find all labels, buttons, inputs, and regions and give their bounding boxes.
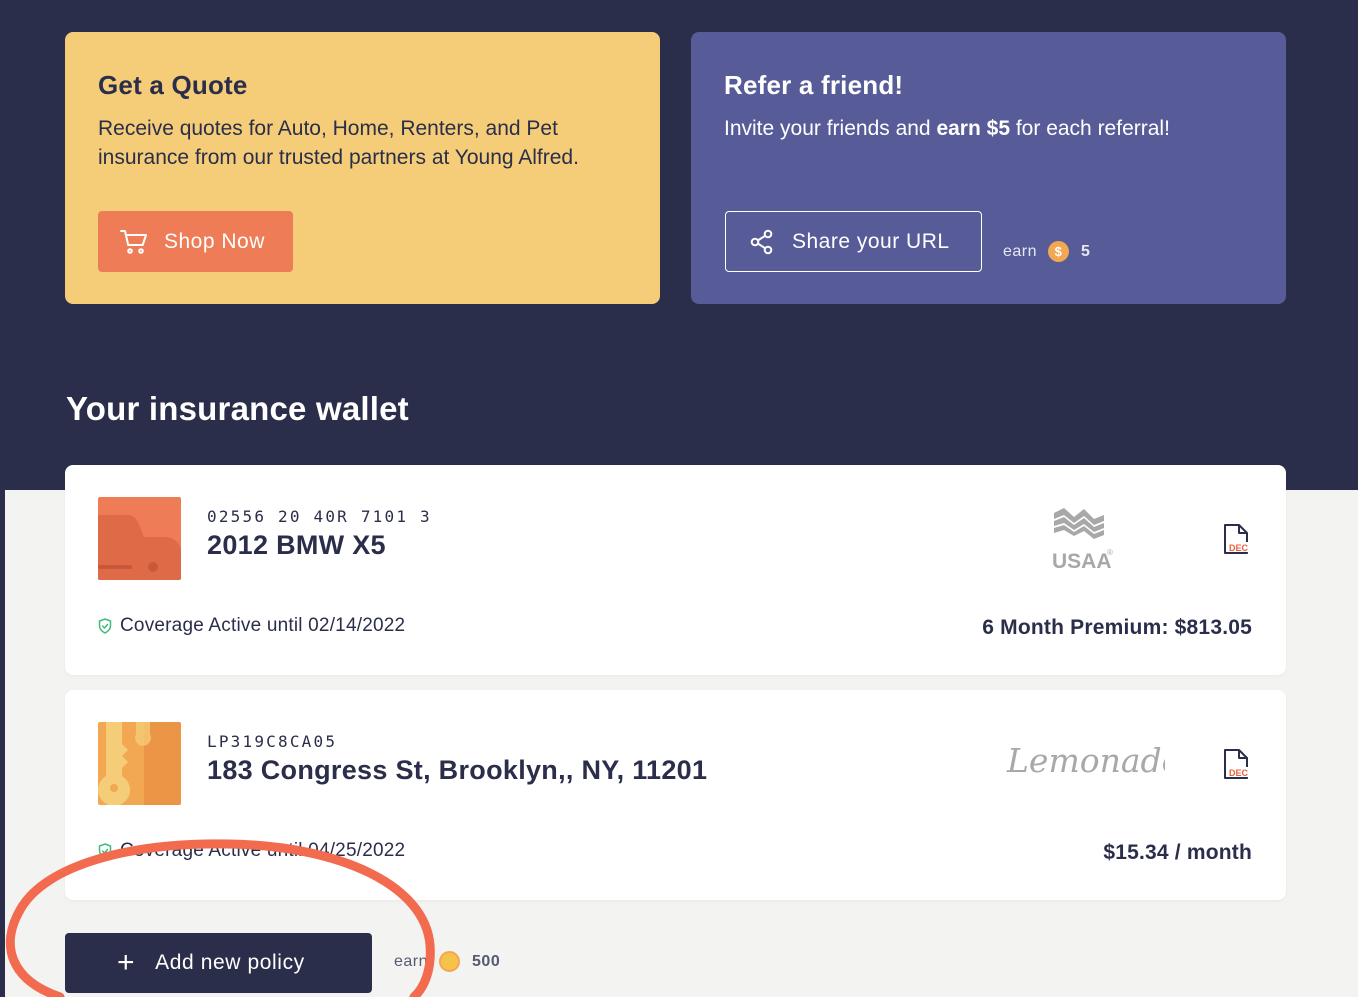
refer-card-text: Invite your friends and earn $5 for each…: [724, 114, 1253, 143]
share-url-button[interactable]: Share your URL: [725, 211, 982, 272]
add-policy-earn-badge: earn 500: [394, 951, 500, 972]
dollar-coin-icon: $: [1048, 241, 1070, 262]
shield-check-icon: [98, 843, 112, 859]
policy-name: 183 Congress St, Brooklyn,, NY, 11201: [207, 755, 708, 785]
earn-label: earn: [1003, 242, 1038, 260]
earn-amount: 5: [1081, 242, 1091, 260]
earn-amount: 500: [472, 952, 501, 970]
quote-card-title: Get a Quote: [98, 70, 248, 100]
policy-number: LP319C8CA05: [207, 732, 338, 751]
carrier-name: Lemonade: [1006, 741, 1165, 780]
shopping-cart-icon: [120, 229, 147, 254]
refer-text-suffix: for each referral!: [1010, 117, 1170, 140]
wallet-title: Your insurance wallet: [66, 390, 409, 427]
plus-icon: +: [117, 946, 136, 979]
premium-amount: $15.34 / month: [1103, 841, 1252, 864]
policy-number: 02556 20 40R 7101 3: [207, 507, 432, 526]
add-new-policy-button[interactable]: + Add new policy: [65, 933, 372, 993]
keys-icon: [98, 722, 181, 805]
referral-earn-badge: earn $ 5: [1003, 241, 1090, 262]
declaration-document-icon[interactable]: DEC: [1222, 748, 1250, 780]
registered-mark: ®: [1107, 548, 1113, 557]
policy-name: 2012 BMW X5: [207, 530, 386, 560]
premium-amount: 6 Month Premium: $813.05: [982, 616, 1252, 639]
dec-label: DEC: [1229, 543, 1249, 553]
coverage-status: Coverage Active until 02/14/2022: [98, 615, 405, 637]
share-url-label: Share your URL: [792, 229, 950, 253]
coverage-text: Coverage Active until 02/14/2022: [120, 615, 406, 636]
coin-icon: [439, 951, 461, 972]
add-policy-label: Add new policy: [155, 951, 305, 974]
refer-card: Refer a friend! Invite your friends and …: [691, 32, 1286, 304]
shop-now-label: Shop Now: [164, 229, 265, 253]
refer-text-prefix: Invite your friends and: [724, 117, 937, 140]
quote-card: Get a Quote Receive quotes for Auto, Hom…: [65, 32, 660, 304]
policy-card[interactable]: 02556 20 40R 7101 3 2012 BMW X5 USAA ® D…: [65, 465, 1286, 675]
shop-now-button[interactable]: Shop Now: [98, 211, 293, 272]
coverage-text: Coverage Active until 04/25/2022: [120, 840, 406, 861]
share-icon: [750, 229, 773, 254]
usaa-logo: USAA ®: [1050, 507, 1116, 576]
left-edge-strip: [0, 490, 5, 997]
quote-card-text: Receive quotes for Auto, Home, Renters, …: [98, 117, 579, 169]
car-icon: [98, 497, 181, 580]
refer-text-bold: earn $5: [936, 117, 1011, 140]
dec-label: DEC: [1229, 768, 1249, 778]
declaration-document-icon[interactable]: DEC: [1222, 523, 1250, 555]
shield-check-icon: [98, 618, 112, 634]
policy-card[interactable]: LP319C8CA05 183 Congress St, Brooklyn,, …: [65, 690, 1286, 900]
carrier-name: USAA: [1052, 550, 1112, 571]
refer-card-title: Refer a friend!: [724, 70, 904, 100]
coverage-status: Coverage Active until 04/25/2022: [98, 840, 405, 862]
lemonade-logo: Lemonade: [1005, 735, 1181, 790]
earn-label: earn: [394, 952, 429, 970]
